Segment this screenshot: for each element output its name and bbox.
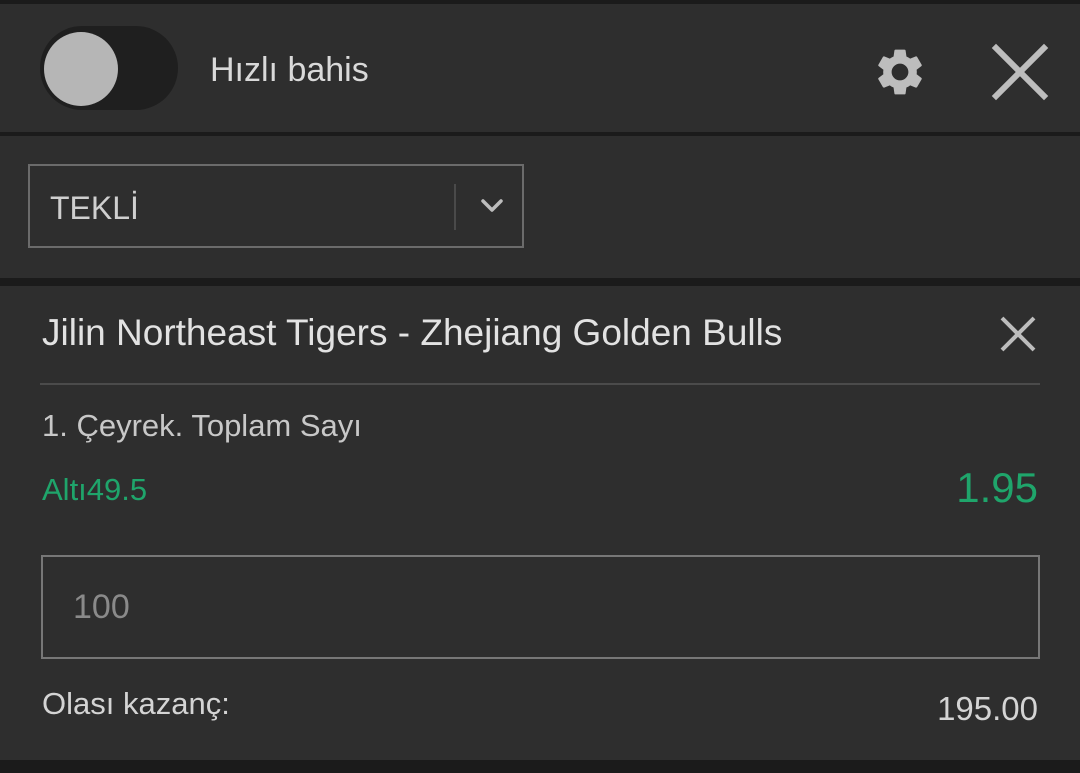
- bet-type-dropdown[interactable]: TEKLİ: [28, 164, 524, 248]
- chevron-down-icon[interactable]: [478, 194, 506, 218]
- selection-name: Altı49.5: [42, 472, 148, 507]
- gear-icon[interactable]: [872, 44, 928, 100]
- bet-slip-header: Hızlı bahis: [0, 4, 1080, 132]
- quick-bet-label: Hızlı bahis: [210, 51, 369, 89]
- market-name: 1. Çeyrek. Toplam Sayı: [42, 408, 362, 443]
- toggle-knob[interactable]: [44, 32, 118, 106]
- remove-bet-close-icon[interactable]: [998, 314, 1038, 354]
- potential-winnings-value: 195.00: [937, 690, 1038, 727]
- stake-input[interactable]: [41, 555, 1040, 659]
- match-title: Jilin Northeast Tigers - Zhejiang Golden…: [42, 312, 783, 353]
- bet-card: Jilin Northeast Tigers - Zhejiang Golden…: [0, 286, 1080, 760]
- bet-type-value: TEKLİ: [50, 190, 139, 226]
- quick-bet-toggle[interactable]: [40, 26, 178, 110]
- dropdown-divider: [454, 184, 456, 230]
- potential-winnings-label: Olası kazanç:: [42, 686, 230, 721]
- close-icon[interactable]: [988, 40, 1052, 104]
- card-divider: [40, 383, 1040, 385]
- odds-value: 1.95: [956, 464, 1038, 511]
- bet-type-section: TEKLİ: [0, 136, 1080, 278]
- bet-slip: Hızlı bahis TEKLİ Jilin Northeast Tigers…: [0, 0, 1080, 773]
